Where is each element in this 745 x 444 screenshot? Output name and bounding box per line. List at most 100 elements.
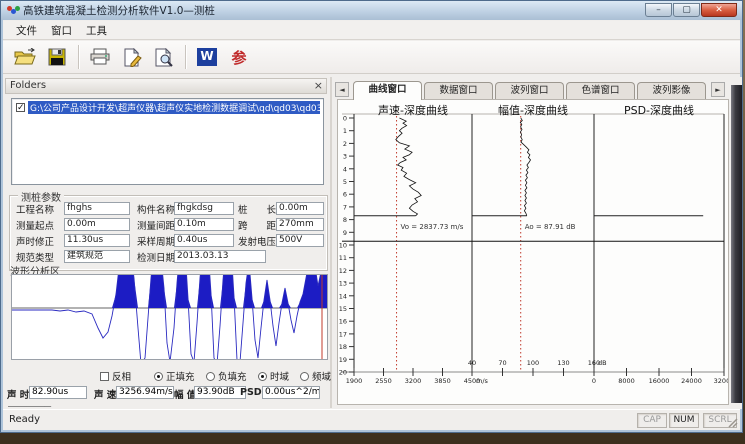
depth-tick-label: 1: [343, 127, 347, 135]
x-tick-label: 100: [527, 359, 539, 367]
negative-fill-radio[interactable]: 负填充: [206, 369, 247, 383]
menu-item-0[interactable]: 文件: [9, 21, 44, 40]
param-value-field[interactable]: 2013.03.13: [174, 250, 266, 263]
param-value-field[interactable]: 500V: [276, 234, 324, 247]
readout-value-field[interactable]: 0.00us^2/m: [262, 386, 320, 399]
readout-label: PSD: [240, 387, 262, 398]
x-tick-label: 3850: [434, 377, 451, 385]
param-row: 工程名称fhghs构件名称fhgkdsg桩 长0.00m: [10, 202, 327, 216]
radio-icon[interactable]: [300, 372, 309, 381]
app-icon: [7, 6, 19, 16]
x-tick-label: 2550: [375, 377, 392, 385]
print-preview-button[interactable]: [150, 44, 178, 70]
invert-checkbox[interactable]: 反相: [100, 369, 131, 383]
maximize-button[interactable]: ▢: [673, 3, 700, 17]
param-value-field[interactable]: 0.00m: [64, 218, 130, 231]
menu-item-1[interactable]: 窗口: [44, 21, 79, 40]
depth-tick-label: 15: [339, 305, 347, 313]
depth-tick-label: 18: [339, 343, 347, 351]
chart-panel: ◄ ► 曲线窗口数据窗口波列窗口色谱窗口波列影像 012345678910111…: [333, 77, 742, 409]
tab-scroll-right-icon[interactable]: ►: [711, 82, 725, 97]
folders-panel: Folders × ✓G:\公司产品设计开发\超声仪器\超声仪实地检测数据调试\…: [4, 77, 332, 408]
status-flag-NUM: NUM: [669, 413, 699, 428]
param-label: 规范类型: [16, 250, 54, 264]
param-row: 声时修正11.30us采样周期0.40us发射电压500V: [10, 234, 327, 248]
freq-domain-radio[interactable]: 频域: [300, 369, 331, 383]
folders-panel-header[interactable]: Folders ×: [5, 78, 327, 94]
depth-tick-label: 20: [339, 369, 347, 377]
positive-fill-radio[interactable]: 正填充: [154, 369, 195, 383]
waveform-fill: [12, 275, 327, 308]
folders-close-icon[interactable]: ×: [314, 79, 323, 92]
param-value-field[interactable]: fhgkdsg: [174, 202, 234, 215]
menu-item-2[interactable]: 工具: [79, 21, 114, 40]
tab-数据窗口[interactable]: 数据窗口: [424, 82, 493, 99]
vertical-scrollbar[interactable]: [731, 85, 742, 403]
toolbar-separator: [185, 45, 186, 69]
param-value-field[interactable]: 0.00m: [276, 202, 324, 215]
page-pencil-icon: [122, 48, 142, 67]
x-tick-label: 3200: [405, 377, 422, 385]
wave-controls: 反相 正填充负填充时域频域: [4, 369, 332, 383]
tab-波列影像[interactable]: 波列影像: [637, 82, 706, 99]
print-button[interactable]: [86, 44, 114, 70]
depth-tick-label: 5: [343, 178, 347, 186]
param-label: 测量起点: [16, 218, 54, 232]
depth-tick-label: 10: [339, 242, 347, 250]
tab-曲线窗口[interactable]: 曲线窗口: [353, 81, 422, 100]
readout-value-field[interactable]: 93.90dB: [194, 386, 246, 399]
waveform-line: [12, 275, 327, 359]
param-value-field[interactable]: 0.40us: [174, 234, 234, 247]
depth-tick-label: 14: [339, 292, 347, 300]
close-button[interactable]: ✕: [701, 3, 737, 17]
readout-value-field[interactable]: 82.90us: [29, 386, 87, 399]
resize-grip[interactable]: [726, 416, 739, 429]
print-setup-button[interactable]: [118, 44, 146, 70]
param-value-field[interactable]: 11.30us: [64, 234, 130, 247]
param-label: 检测日期: [137, 250, 175, 264]
save-button[interactable]: [43, 44, 71, 70]
parameters-button[interactable]: 参: [225, 44, 253, 70]
toolbar-separator: [78, 45, 79, 69]
param-value-field[interactable]: 270mm: [276, 218, 324, 231]
param-label: 测量间距: [137, 218, 175, 232]
curve-window[interactable]: 0123456789101112131415161718192019002550…: [337, 99, 729, 405]
tab-strip: ◄ ► 曲线窗口数据窗口波列窗口色谱窗口波列影像: [333, 80, 742, 99]
radio-icon[interactable]: [154, 372, 163, 381]
depth-tick-label: 6: [343, 191, 347, 199]
tab-波列窗口[interactable]: 波列窗口: [495, 82, 564, 99]
depth-tick-label: 0: [343, 115, 347, 123]
list-item[interactable]: ✓G:\公司产品设计开发\超声仪器\超声仪实地检测数据调试\qd\qd03\qd…: [13, 100, 322, 114]
depth-tick-label: 16: [339, 318, 347, 326]
word-export-button[interactable]: W: [193, 44, 221, 70]
time-domain-radio[interactable]: 时域: [258, 369, 289, 383]
open-button[interactable]: [11, 44, 39, 70]
pile-params-group: 测桩参数 工程名称fhghs构件名称fhgkdsg桩 长0.00m测量起点0.0…: [9, 195, 328, 271]
param-value-field[interactable]: 建筑规范: [64, 250, 130, 263]
status-bar: Ready CAPNUMSCRL: [3, 409, 740, 430]
param-value-field[interactable]: fhghs: [64, 202, 130, 215]
waveform-box[interactable]: [11, 274, 328, 360]
tab-色谱窗口[interactable]: 色谱窗口: [566, 82, 635, 99]
x-tick-label: 16000: [649, 377, 670, 385]
minimize-button[interactable]: –: [645, 3, 672, 17]
title-bar[interactable]: 高铁建筑混凝土检测分析软件V1.0—测桩 – ▢ ✕: [1, 1, 742, 20]
depth-tick-label: 17: [339, 330, 347, 338]
positive-fill-radio-label: 正填充: [166, 369, 195, 383]
checkbox-icon[interactable]: ✓: [16, 103, 25, 112]
invert-checkbox-label: 反相: [112, 369, 131, 383]
x-axis-unit: m/s: [476, 377, 489, 385]
x-axis-unit: dB: [598, 359, 607, 367]
file-listbox[interactable]: ✓G:\公司产品设计开发\超声仪器\超声仪实地检测数据调试\qd\qd03\qd…: [11, 98, 324, 185]
tab-scroll-left-icon[interactable]: ◄: [335, 82, 349, 97]
parameters-icon: 参: [231, 47, 246, 68]
readout-label: 幅 值: [174, 387, 196, 401]
radio-icon[interactable]: [206, 372, 215, 381]
depth-tick-label: 3: [343, 153, 347, 161]
readout-value-field[interactable]: 3256.94m/s: [116, 386, 174, 399]
checkbox-icon[interactable]: [100, 372, 109, 381]
chart-title-0: 声速-深度曲线: [353, 102, 473, 118]
radio-icon[interactable]: [258, 372, 267, 381]
param-value-field[interactable]: 0.10m: [174, 218, 234, 231]
chart-title-2: PSD-深度曲线: [599, 102, 719, 118]
